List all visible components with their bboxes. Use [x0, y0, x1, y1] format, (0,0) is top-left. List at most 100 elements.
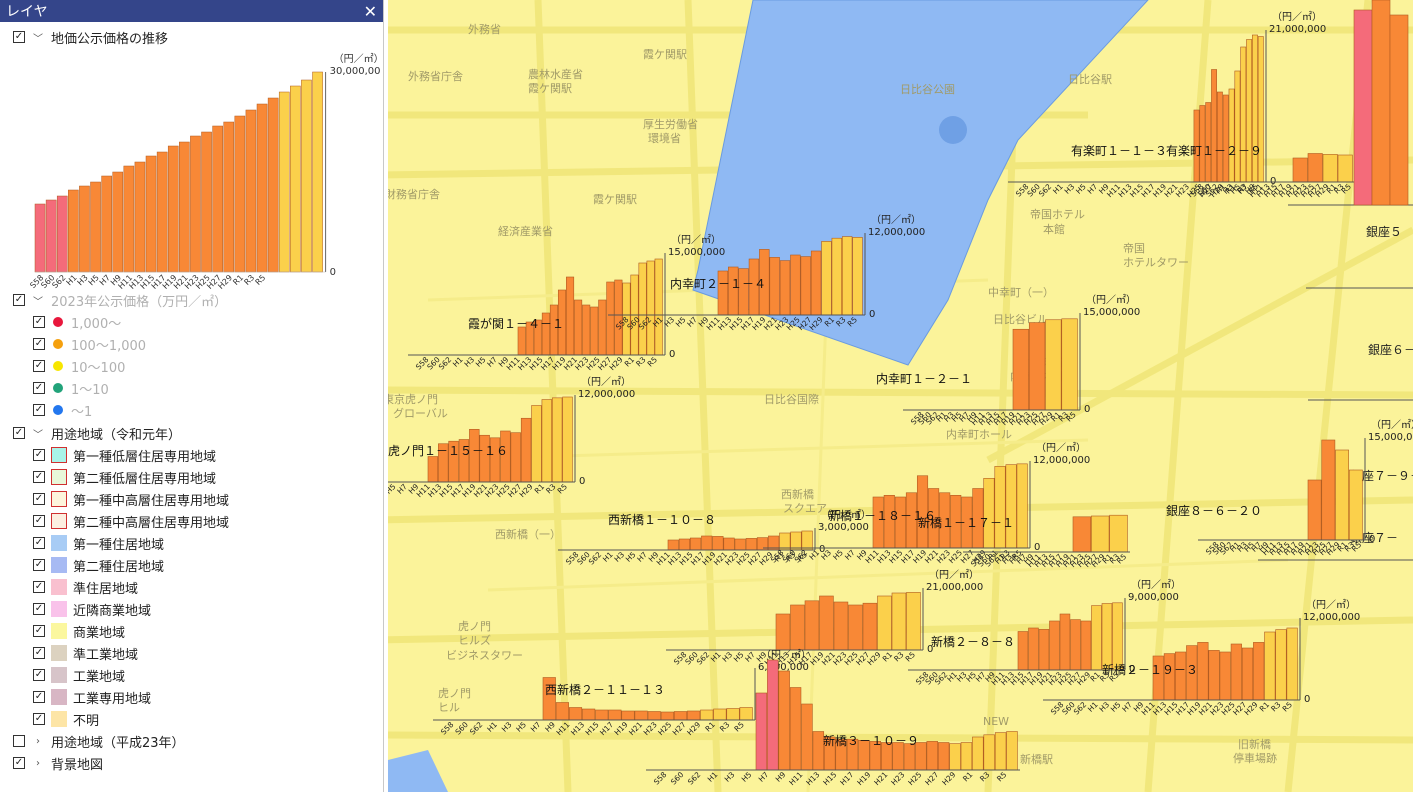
price-bar [739, 707, 753, 721]
zone-row[interactable]: ✓ 不明 [33, 708, 99, 730]
price-bar [598, 299, 607, 356]
map-label: 帝国 [1123, 241, 1145, 255]
price-bar [801, 703, 813, 771]
price-class-checkbox[interactable]: ✓ [33, 316, 45, 328]
zone-checkbox[interactable]: ✓ [33, 625, 45, 637]
price-class-checkbox[interactable]: ✓ [33, 404, 45, 416]
price-class-row[interactable]: ✓ 100〜1,000 [33, 333, 146, 355]
price-bar [779, 260, 791, 316]
zone-checkbox[interactable]: ✓ [33, 603, 45, 615]
price-bar [1012, 328, 1029, 411]
price-bar [712, 536, 724, 551]
zone-row[interactable]: ✓ 準工業地域 [33, 642, 138, 664]
price-class-checkbox[interactable]: ✓ [33, 338, 45, 350]
zone-checkbox[interactable]: ✓ [33, 559, 45, 571]
chevron-right-icon[interactable]: › [31, 736, 45, 747]
zone-checkbox[interactable]: ✓ [33, 691, 45, 703]
zone-row[interactable]: ✓ 第一種中高層住居専用地域 [33, 488, 229, 510]
price-bar [713, 708, 727, 721]
zone-row[interactable]: ✓ 商業地域 [33, 620, 125, 642]
price-bar [1389, 14, 1409, 206]
layer-checkbox-zone_h23[interactable] [13, 735, 25, 747]
zone-row[interactable]: ✓ 準住居地域 [33, 576, 138, 598]
legend-bar [123, 165, 135, 273]
price-bar [790, 254, 801, 316]
chart-location-label: 霞が関１－４－１ [468, 316, 564, 331]
chevron-down-icon[interactable]: ﹀ [31, 30, 45, 45]
price-bar [891, 592, 907, 651]
layer-row-basemap[interactable]: ✓ › 背景地図 [13, 752, 103, 774]
legend-tick: R5 [254, 273, 268, 287]
price-bar [755, 692, 768, 771]
zone-checkbox[interactable]: ✓ [33, 471, 45, 483]
zone-checkbox[interactable]: ✓ [33, 537, 45, 549]
map-canvas[interactable]: 外務省霞ケ関駅外務省庁舎 農林水産省霞ケ関駅 日比谷公園日比谷駅厚生労働省環境省財務… [388, 0, 1413, 792]
price-bar [852, 237, 863, 316]
chevron-down-icon[interactable]: ﹀ [31, 426, 45, 441]
map-label: ビジネスタワー [446, 649, 523, 662]
zone-row[interactable]: ✓ 第一種低層住居専用地域 [33, 444, 216, 466]
zone-swatch-icon [51, 513, 67, 529]
price-class-checkbox[interactable]: ✓ [33, 382, 45, 394]
price-class-row[interactable]: ✓ 1〜10 [33, 377, 109, 399]
zone-checkbox[interactable]: ✓ [33, 581, 45, 593]
zone-checkbox[interactable]: ✓ [33, 669, 45, 681]
price-bar [1038, 629, 1050, 671]
map-label: 霞ケ関駅 [528, 82, 572, 95]
price-class-row[interactable]: ✓ 1,000〜 [33, 311, 121, 333]
price-bar [1216, 91, 1223, 183]
legend-bar [212, 125, 223, 273]
price-bar [1028, 322, 1046, 411]
price-bar [654, 258, 663, 356]
map-label: 虎ノ門 [458, 620, 491, 633]
chart-location-label: 新橋２－８－８ [931, 634, 1015, 649]
price-class-checkbox[interactable]: ✓ [33, 360, 45, 372]
zone-checkbox[interactable]: ✓ [33, 515, 45, 527]
price-bar [1241, 647, 1254, 701]
price-bar [1253, 642, 1265, 701]
map-view[interactable]: 外務省 霞ケ関駅 外務省庁舎 農林水産省 霞ケ関駅 日比谷公園 日比谷駅 厚生労働省 環境省 財務… [388, 0, 1413, 792]
price-bar [1091, 515, 1110, 553]
chart-location-label: 西新橋２－１１－１３ [545, 682, 665, 697]
zone-row[interactable]: ✓ 第二種低層住居専用地域 [33, 466, 216, 488]
price-class-row[interactable]: ✓ 〜1 [33, 399, 92, 421]
layer-checkbox-trend[interactable]: ✓ [13, 31, 25, 43]
price-class-row[interactable]: ✓ 10〜100 [33, 355, 125, 377]
color-dot-icon [53, 317, 63, 327]
map-label: 日比谷公園 [900, 83, 955, 96]
zone-checkbox[interactable]: ✓ [33, 713, 45, 725]
chevron-right-icon[interactable]: › [31, 758, 45, 769]
zone-row[interactable]: ✓ 第二種住居地域 [33, 554, 164, 576]
chart-unit: （円／㎡） [1272, 11, 1322, 23]
layer-checkbox-zone_r1[interactable]: ✓ [13, 427, 25, 439]
zone-row[interactable]: ✓ 第二種中高層住居専用地域 [33, 510, 229, 532]
edge-location-label: 銀座５ [1366, 224, 1402, 239]
zone-swatch-icon [51, 623, 67, 639]
zone-row[interactable]: ✓ 近隣商業地域 [33, 598, 151, 620]
price-bar [983, 734, 995, 771]
chart-location-label: 新橋２－１９－３ [1102, 662, 1198, 677]
zone-row[interactable]: ✓ 工業地域 [33, 664, 125, 686]
zone-swatch-icon [51, 447, 67, 463]
chart-location-label: 新橋１－１７－１ [918, 515, 1014, 530]
close-icon[interactable]: ✕ [364, 2, 377, 21]
chart-ymax: 21,000,000 [926, 582, 983, 593]
zone-checkbox[interactable]: ✓ [33, 449, 45, 461]
layer-row-trend[interactable]: ✓ ﹀ 地価公示価格の推移 [13, 26, 168, 48]
legend-unit: （円／㎡） [334, 53, 380, 65]
legend-ymax: 30,000,000 [330, 66, 380, 77]
zone-row[interactable]: ✓ 第一種住居地域 [33, 532, 164, 554]
layer-checkbox-basemap[interactable]: ✓ [13, 757, 25, 769]
map-label: NEW [983, 715, 1009, 728]
zone-checkbox[interactable]: ✓ [33, 493, 45, 505]
layer-row-zone_h23[interactable]: › 用途地域（平成23年） [13, 730, 185, 752]
layer-panel: レイヤ ✕ ✓ ﹀ 地価公示価格の推移 ✓ ﹀ 2023年公示価格（万円／㎡） ✓ 1,000… [0, 0, 384, 792]
map-label: 内幸町ホール [946, 427, 1012, 441]
chart-ymax: 15,000,000 [1083, 307, 1140, 318]
zone-row[interactable]: ✓ 工業専用地域 [33, 686, 151, 708]
price-bar [568, 707, 583, 721]
layer-row-zone_r1[interactable]: ✓ ﹀ 用途地域（令和元年） [13, 422, 181, 444]
price-bar [608, 709, 622, 721]
zone-checkbox[interactable]: ✓ [33, 647, 45, 659]
zone-swatch-icon [51, 557, 67, 573]
